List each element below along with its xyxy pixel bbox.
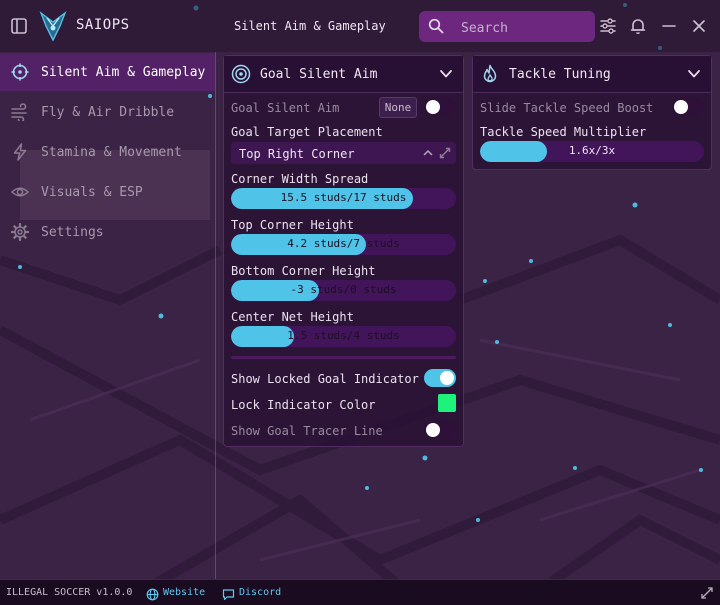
placement-select[interactable]: Top Right Corner [231,142,456,164]
slider-value: 4.2 studs/7 studs [287,237,400,250]
chevron-down-icon[interactable] [439,67,453,81]
goal-panel-title: Goal Silent Aim [260,67,378,82]
sidebar-item-label: Visuals & ESP [41,185,143,200]
multiplier-label: Tackle Speed Multiplier [480,125,647,139]
slide-boost-toggle[interactable] [672,98,704,116]
chevron-down-icon[interactable] [687,67,701,81]
page-title: Silent Aim & Gameplay [234,19,386,33]
version-label: ILLEGAL SOCCER v1.0.0 [6,587,133,598]
sidebar-item-stamina[interactable]: Stamina & Movement [0,133,215,171]
sidebar-divider [215,52,216,579]
toggle-knob [426,100,440,114]
sidebar-toggle-icon[interactable] [10,17,28,35]
sidebar-item-silent-aim[interactable]: Silent Aim & Gameplay [0,53,215,91]
slider-label: Bottom Corner Height [231,264,376,278]
crosshair-icon [11,63,29,81]
close-icon[interactable] [690,17,708,35]
top-corner-height-slider[interactable]: 4.2 studs/7 studs [231,234,456,255]
sidebar-item-label: Fly & Air Dribble [41,105,175,120]
goal-panel-header[interactable]: Goal Silent Aim [224,56,463,93]
sidebar: Silent Aim & Gameplay Fly & Air Dribble … [0,52,215,579]
lock-color-label: Lock Indicator Color [231,398,376,412]
search-box[interactable] [419,11,595,42]
resize-icon[interactable] [700,585,714,599]
slider-value: 1.6x/3x [568,144,616,157]
slider-label: Top Corner Height [231,218,354,232]
goal-silent-aim-panel: Goal Silent Aim Goal Silent Aim None Goa… [223,55,464,447]
target-icon [231,64,251,84]
slider-value: 1.5 studs/4 studs [287,329,400,342]
bottom-corner-height-slider[interactable]: -3 studs/0 studs [231,280,456,301]
app-title: SAIOPS [76,17,130,33]
title-bar: SAIOPS Silent Aim & Gameplay [0,0,720,52]
placement-label: Goal Target Placement [231,125,383,139]
sidebar-item-settings[interactable]: Settings [0,213,215,251]
lightning-icon [13,143,27,161]
wind-icon [11,103,27,121]
chevron-up-icon [423,149,433,156]
eye-icon [11,187,29,197]
tackle-panel-title: Tackle Tuning [509,67,611,82]
website-link[interactable]: Website [163,587,205,598]
bell-icon[interactable] [629,17,647,35]
locked-indicator-toggle[interactable] [424,369,456,387]
tackle-multiplier-slider[interactable]: 1.6x/3x [480,141,704,162]
placement-select-value: Top Right Corner [239,147,355,161]
toggle-knob [674,100,688,114]
chat-icon [222,586,235,601]
sidebar-item-label: Stamina & Movement [41,145,182,160]
tracer-toggle[interactable] [424,421,456,439]
tackle-panel-header[interactable]: Tackle Tuning [473,56,711,93]
minimize-icon[interactable] [660,17,678,35]
sliders-icon[interactable] [599,17,617,35]
footer-bar: ILLEGAL SOCCER v1.0.0 Website Discord [0,579,720,605]
tackle-tuning-panel: Tackle Tuning Slide Tackle Speed Boost T… [472,55,712,170]
sidebar-item-fly[interactable]: Fly & Air Dribble [0,93,215,131]
expand-icon [439,147,451,159]
sidebar-item-label: Settings [41,225,104,240]
slide-boost-label: Slide Tackle Speed Boost [480,101,654,115]
toggle-knob [426,423,440,437]
keybind-button[interactable]: None [379,97,417,118]
locked-indicator-label: Show Locked Goal Indicator [231,372,419,386]
sidebar-item-label: Silent Aim & Gameplay [41,65,206,80]
slider-value: 15.5 studs/17 studs [280,191,407,204]
goal-silent-aim-toggle[interactable] [424,98,456,116]
slider-value: -3 studs/0 studs [290,283,397,296]
lock-color-swatch[interactable] [438,394,456,412]
logo-icon [39,10,67,42]
center-net-height-slider[interactable]: 1.5 studs/4 studs [231,326,456,347]
corner-width-slider[interactable]: 15.5 studs/17 studs [231,188,456,209]
section-divider [231,356,456,359]
search-icon [428,18,444,34]
flame-icon [483,64,497,83]
discord-link[interactable]: Discord [239,587,281,598]
slider-label: Corner Width Spread [231,172,369,186]
gear-icon [11,223,29,241]
globe-icon [146,586,159,601]
slider-label: Center Net Height [231,310,354,324]
goal-silent-aim-label: Goal Silent Aim [231,101,340,115]
toggle-knob [440,371,454,385]
sidebar-item-visuals[interactable]: Visuals & ESP [0,173,215,211]
tracer-label: Show Goal Tracer Line [231,424,383,438]
search-input[interactable] [459,17,591,39]
